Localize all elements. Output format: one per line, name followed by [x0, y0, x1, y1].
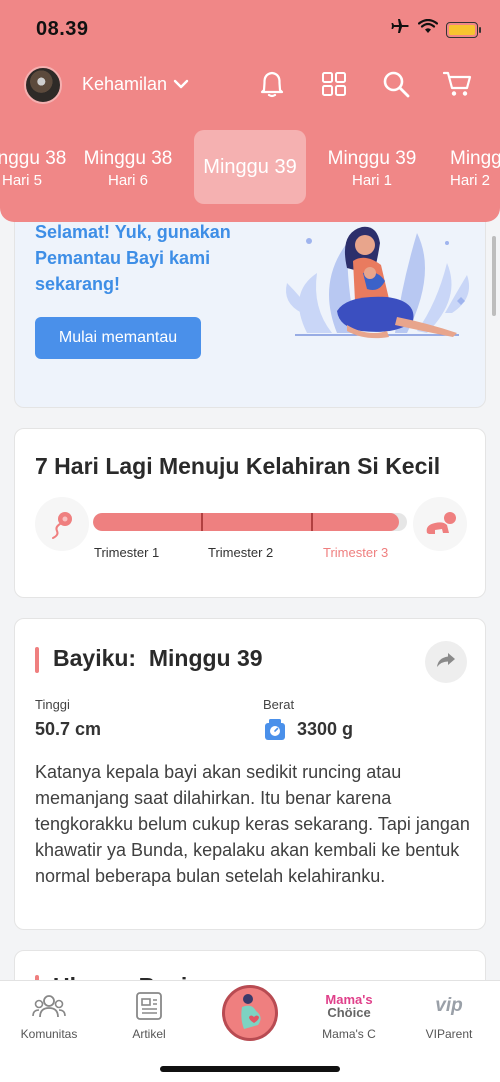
- week-tab[interactable]: Minggu 39 Hari 1: [316, 130, 428, 204]
- logo-text-bottom: Chöice: [327, 1005, 371, 1020]
- pregnancy-home-button[interactable]: [222, 985, 278, 1041]
- pregnancy-progress-bar: [93, 513, 407, 531]
- nav-mamas-choice[interactable]: Mama's Chöice Mama's C: [304, 989, 394, 1041]
- mode-label: Kehamilan: [82, 74, 168, 94]
- status-time: 08.39: [36, 18, 89, 40]
- share-button[interactable]: [425, 641, 467, 683]
- search-icon[interactable]: [380, 68, 412, 100]
- week-selector: Minggu 38 Hari 5 Minggu 38 Hari 6 Minggu…: [0, 130, 500, 204]
- community-icon: [4, 989, 94, 1023]
- nav-label: Artikel: [132, 1027, 166, 1041]
- vip-logo: vip: [404, 989, 494, 1023]
- trimester-label: Trimester 2: [208, 545, 274, 560]
- sperm-egg-icon: [35, 497, 89, 551]
- week-tab-day: Hari 6: [107, 172, 148, 189]
- week-tab-label: Minggu 39: [327, 148, 417, 169]
- home-indicator: [160, 1066, 340, 1072]
- height-label: Tinggi: [35, 697, 70, 712]
- battery-icon: [446, 21, 481, 38]
- grid-icon[interactable]: [318, 68, 350, 100]
- weight-scale-icon: [263, 717, 287, 746]
- week-tab-day: Hari 2: [450, 172, 491, 189]
- pregnancy-icon: [232, 991, 268, 1036]
- share-arrow-icon: [436, 652, 456, 673]
- trimester-label-current: Trimester 3: [323, 545, 389, 560]
- status-bar: 08.39: [0, 0, 500, 60]
- height-value: 50.7 cm: [35, 719, 102, 739]
- baby-description: Katanya kepala bayi akan sedikit runcing…: [35, 762, 470, 886]
- week-tab-label: Minggu 38: [0, 148, 67, 169]
- top-nav: Kehamilan: [0, 62, 500, 108]
- weight-value: 3300 g: [297, 719, 354, 739]
- status-icons: [390, 18, 481, 41]
- my-baby-card: Bayiku: Minggu 39 Tinggi 50.7 cm Berat 3…: [14, 618, 486, 930]
- baby-week-title: Bayiku: Minggu 39: [53, 645, 263, 671]
- countdown-title: 7 Hari Lagi Menuju Kelahiran Si Kecil: [35, 453, 441, 479]
- week-tab-label: Minggu 39: [203, 156, 297, 178]
- nav-label: Komunitas: [20, 1027, 78, 1041]
- header-actions: [256, 68, 474, 100]
- chevron-down-icon: [173, 74, 189, 95]
- trimester-label: Trimester 1: [94, 545, 160, 560]
- vip-logo-text: vip: [435, 995, 463, 1016]
- week-tab[interactable]: Minggu 38 Hari 6: [72, 130, 184, 204]
- week-tab-label: Minggu 39: [450, 148, 500, 169]
- weight-label: Berat: [263, 697, 295, 712]
- birth-countdown-card: 7 Hari Lagi Menuju Kelahiran Si Kecil Tr…: [14, 428, 486, 598]
- week-tab[interactable]: Minggu 38 Hari 5: [0, 130, 78, 204]
- trimester-divider: [311, 513, 313, 531]
- nav-label: Mama's C: [322, 1027, 376, 1041]
- week-tab[interactable]: Minggu 39 Hari 2: [438, 130, 500, 204]
- scrollbar[interactable]: [492, 236, 496, 316]
- nav-community[interactable]: Komunitas: [4, 989, 94, 1041]
- cart-icon[interactable]: [442, 68, 474, 100]
- nav-article[interactable]: Artikel: [104, 989, 194, 1041]
- nav-viparent[interactable]: vip VIParent: [404, 989, 494, 1041]
- week-tab-day: Hari 1: [351, 172, 392, 189]
- start-monitoring-button[interactable]: Mulai memantau: [35, 317, 201, 359]
- mamas-choice-logo: Mama's Chöice: [304, 989, 394, 1023]
- app-header: 08.39 Kehamilan nggu 38 Hari 5 Minggu 38…: [0, 0, 500, 222]
- week-tab-label: Minggu 38: [83, 148, 173, 169]
- article-icon: [104, 989, 194, 1023]
- mother-baby-illustration: [286, 226, 470, 339]
- week-tab-active[interactable]: Minggu 39: [194, 130, 306, 204]
- week-tab-day: Hari 5: [1, 172, 42, 189]
- nav-label: VIParent: [425, 1027, 473, 1041]
- progress-fill: [93, 513, 400, 531]
- trimester-divider: [201, 513, 203, 531]
- wifi-icon: [417, 18, 439, 40]
- airplane-icon: [390, 18, 410, 41]
- section-accent: [35, 647, 39, 673]
- monitor-promo-text: Selamat! Yuk, gunakan Pemantau Bayi kami…: [35, 222, 231, 294]
- bell-icon[interactable]: [256, 68, 288, 100]
- mode-selector[interactable]: Kehamilan: [82, 74, 189, 95]
- crawling-baby-icon: [413, 497, 467, 551]
- avatar[interactable]: [24, 66, 62, 104]
